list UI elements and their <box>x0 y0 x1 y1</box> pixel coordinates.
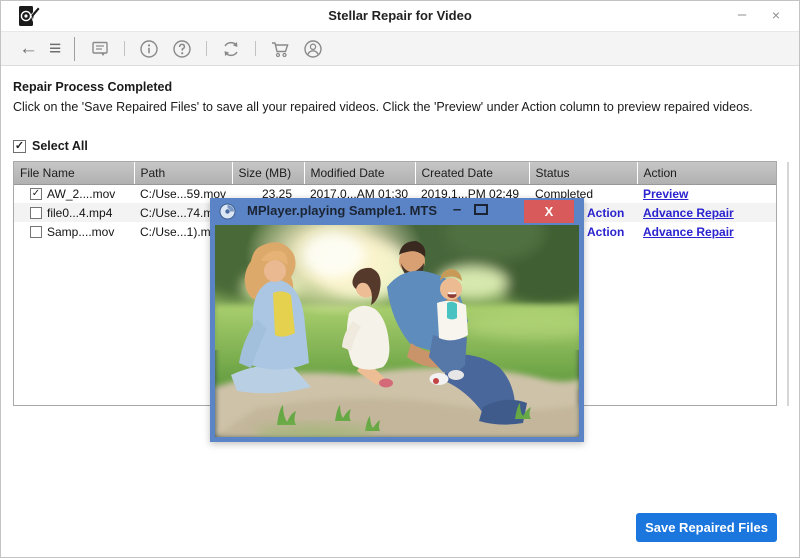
mplayer-video-area[interactable] <box>215 225 579 437</box>
mplayer-close-button[interactable]: X <box>524 200 574 223</box>
report-flag-icon[interactable] <box>89 38 111 60</box>
file-name: AW_2....mov <box>47 187 115 201</box>
advance-repair-link[interactable]: Advance Repair <box>643 225 734 239</box>
refresh-icon[interactable] <box>220 38 242 60</box>
col-size[interactable]: Size (MB) <box>232 162 304 184</box>
help-icon[interactable] <box>171 38 193 60</box>
toolbar: ← ≡ <box>1 31 799 66</box>
mplayer-icon <box>219 203 236 220</box>
row-checkbox-unchecked[interactable] <box>30 207 42 219</box>
col-path[interactable]: Path <box>134 162 232 184</box>
toolbar-thin-separator <box>255 41 256 56</box>
menu-icon[interactable]: ≡ <box>49 39 60 59</box>
page-description: Click on the 'Save Repaired Files' to sa… <box>13 99 783 116</box>
scrollbar-track[interactable] <box>787 162 789 406</box>
col-status[interactable]: Status <box>529 162 637 184</box>
info-icon[interactable] <box>138 38 160 60</box>
mplayer-maximize-button[interactable] <box>474 204 488 215</box>
mplayer-title: MPlayer.playing Sample1. MTS <box>247 203 437 218</box>
col-file-name[interactable]: File Name <box>14 162 134 184</box>
checkbox-checked-icon[interactable]: ✓ <box>13 140 26 153</box>
file-name: file0...4.mp4 <box>47 206 112 220</box>
account-icon[interactable] <box>302 38 324 60</box>
minimize-button[interactable]: – <box>727 1 757 29</box>
preview-link[interactable]: Preview <box>643 187 688 201</box>
select-all-label: Select All <box>32 139 88 153</box>
toolbar-separator <box>74 37 75 61</box>
table-header-row: File Name Path Size (MB) Modified Date C… <box>14 162 777 184</box>
row-checkbox-unchecked[interactable] <box>30 226 42 238</box>
video-frame-family-picnic <box>215 225 579 437</box>
toolbar-thin-separator <box>124 41 125 56</box>
row-checkbox-checked[interactable]: ✓ <box>30 188 42 200</box>
titlebar[interactable]: Stellar Repair for Video – × <box>1 1 799 31</box>
col-created[interactable]: Created Date <box>415 162 529 184</box>
app-window: Stellar Repair for Video – × ← ≡ <box>0 0 800 558</box>
select-all-checkbox[interactable]: ✓ Select All <box>13 139 88 153</box>
cart-icon[interactable] <box>269 38 291 60</box>
mplayer-window[interactable]: MPlayer.playing Sample1. MTS – X <box>210 198 584 442</box>
back-icon[interactable]: ← <box>19 39 38 59</box>
save-repaired-files-button[interactable]: Save Repaired Files <box>636 513 777 542</box>
mplayer-minimize-button[interactable]: – <box>446 200 468 222</box>
mplayer-titlebar[interactable]: MPlayer.playing Sample1. MTS – X <box>210 198 584 225</box>
col-modified[interactable]: Modified Date <box>304 162 415 184</box>
window-title: Stellar Repair for Video <box>1 8 799 23</box>
close-button[interactable]: × <box>761 1 791 29</box>
col-action[interactable]: Action <box>637 162 777 184</box>
toolbar-thin-separator <box>206 41 207 56</box>
page-title: Repair Process Completed <box>13 80 172 94</box>
advance-repair-link[interactable]: Advance Repair <box>643 206 734 220</box>
file-name: Samp....mov <box>47 225 114 239</box>
